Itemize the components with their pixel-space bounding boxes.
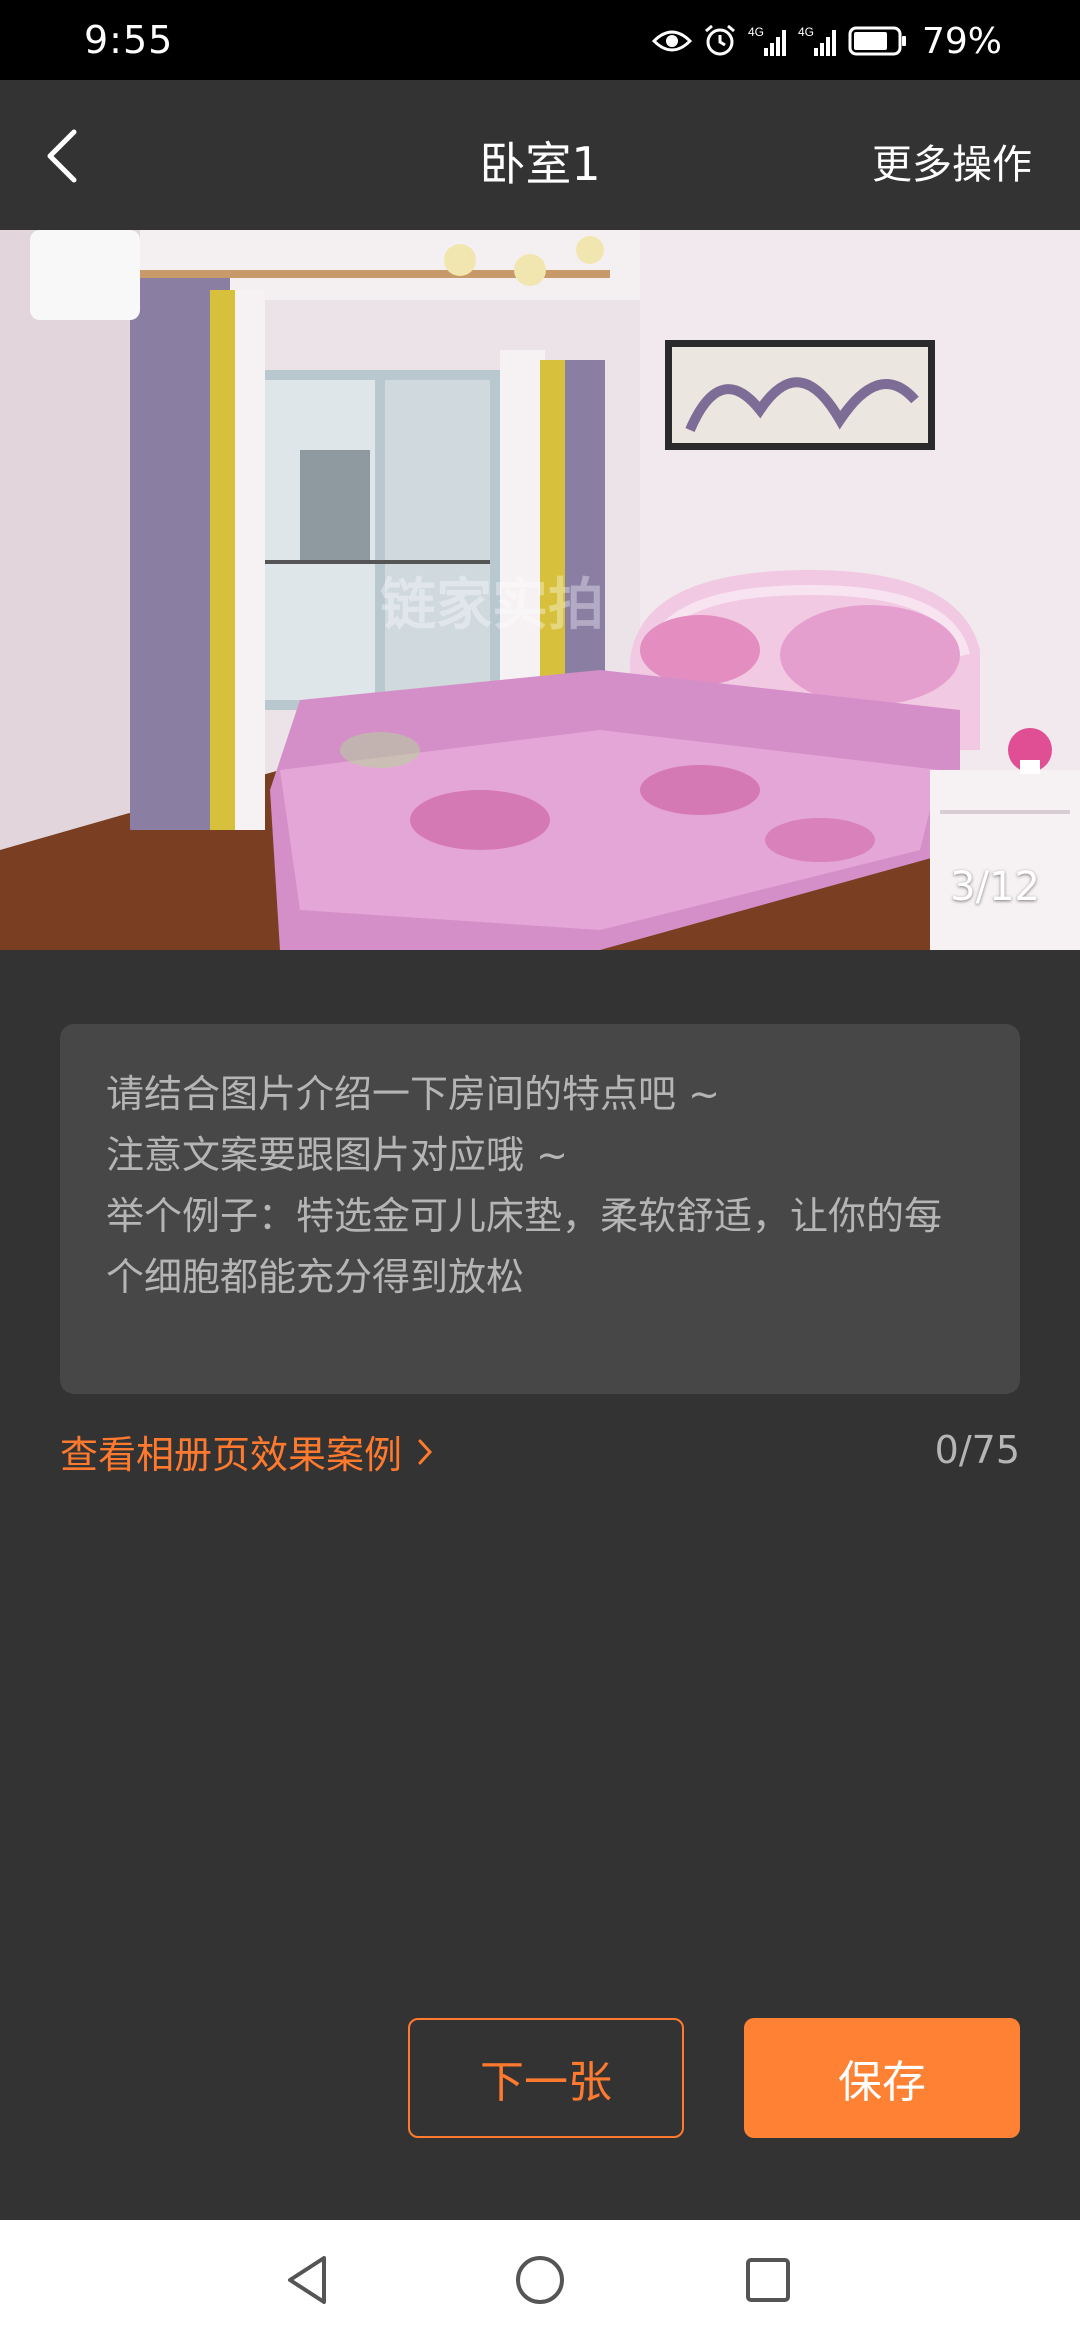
nav-home-icon[interactable] — [510, 2250, 570, 2310]
nav-recents-icon[interactable] — [738, 2250, 798, 2310]
view-example-link[interactable]: 查看相册页效果案例 — [60, 1424, 434, 1479]
chevron-right-icon — [418, 1439, 433, 1464]
view-example-label: 查看相册页效果案例 — [60, 1433, 403, 1477]
photo-watermark: 链家实拍 — [380, 573, 604, 638]
save-button[interactable]: 保存 — [744, 2018, 1020, 2138]
status-bar: 9:55 4G 4G 79% — [0, 0, 1080, 80]
battery-percent: 79% — [921, 20, 1002, 62]
eye-icon — [651, 30, 692, 52]
nav-back-icon[interactable] — [278, 2250, 338, 2310]
alarm-icon — [705, 24, 735, 56]
signal-4g-icon: 4G — [798, 25, 836, 56]
status-icons: 4G 4G 79% — [651, 16, 1002, 66]
status-time: 9:55 — [84, 18, 174, 62]
signal-4g-icon: 4G — [748, 25, 786, 56]
system-nav-bar — [0, 2220, 1080, 2340]
next-photo-button[interactable]: 下一张 — [408, 2018, 684, 2138]
battery-icon — [848, 26, 906, 56]
svg-text:4G: 4G — [798, 25, 814, 39]
description-input[interactable]: 请结合图片介绍一下房间的特点吧 ~ 注意文案要跟图片对应哦 ~ 举个例子：特选金… — [60, 1024, 1020, 1394]
header: 卧室1 更多操作 — [0, 80, 1080, 230]
svg-text:4G: 4G — [748, 25, 764, 39]
more-actions-button[interactable]: 更多操作 — [872, 132, 1032, 190]
char-count: 0/75 — [934, 1428, 1020, 1472]
description-placeholder: 请结合图片介绍一下房间的特点吧 ~ 注意文案要跟图片对应哦 ~ 举个例子：特选金… — [106, 1072, 943, 1299]
room-photo[interactable]: 链家实拍 3/12 — [0, 230, 1080, 950]
photo-counter: 3/12 — [950, 864, 1040, 910]
